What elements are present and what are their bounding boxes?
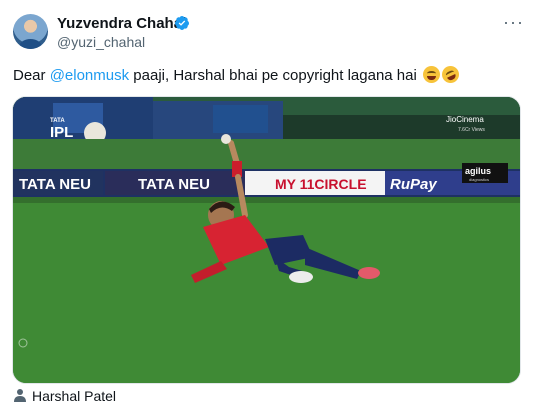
joy-emoji-icon [423,66,440,83]
tweet-text: Dear @elonmusk paaji, Harshal bhai pe co… [13,63,462,86]
match-photo: TATA NEU TATA NEU MY 11CIRCLE RuPay TATA… [13,97,520,383]
verified-badge-icon [175,16,189,30]
tweet-text-prefix: Dear [13,67,50,84]
author-handle[interactable]: @yuzi_chahal [57,34,145,50]
sponsor: agilus [465,166,491,176]
more-options-icon[interactable]: ··· [503,12,524,33]
broadcaster: JioCinema [446,115,484,124]
tweet-text-suffix: paaji, Harshal bhai pe copyright lagana … [129,67,417,84]
author-name[interactable]: Yuzvendra Chahal [57,15,186,32]
ipl-logo: IPL [50,124,73,141]
rofl-emoji-icon [439,63,462,86]
tweet: Yuzvendra Chahal @yuzi_chahal ··· Dear @… [0,0,536,419]
banner-4: RuPay [390,176,437,193]
tagged-user-label[interactable]: Harshal Patel [32,388,116,404]
person-tag-icon [14,389,26,402]
banner-3: MY 11CIRCLE [275,176,367,192]
banner-1: TATA NEU [19,176,91,193]
mention-link[interactable]: @elonmusk [50,67,129,84]
avatar[interactable] [13,14,48,49]
banner-2: TATA NEU [138,176,210,193]
tweet-image[interactable]: TATA NEU TATA NEU MY 11CIRCLE RuPay TATA… [12,96,521,384]
broadcaster-sub: 7.6Cr Views [458,127,485,133]
sponsor-sub: diagnostics [469,177,489,182]
